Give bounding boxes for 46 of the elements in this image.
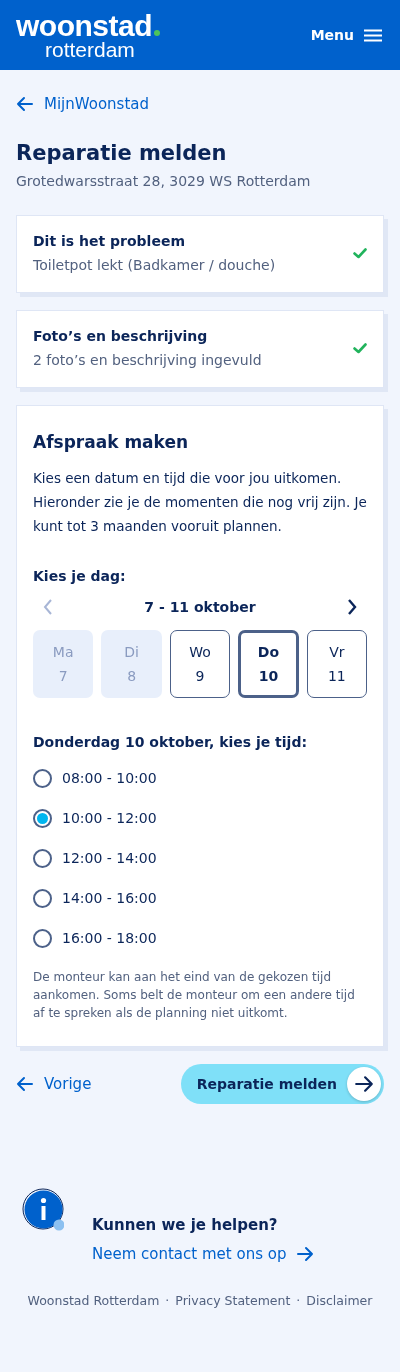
submit-button[interactable]: Reparatie melden <box>180 1064 384 1104</box>
time-option[interactable]: 16:00 - 18:00 <box>62 930 157 946</box>
radio-button[interactable] <box>33 808 52 828</box>
arrow-right-icon <box>296 1245 315 1263</box>
menu-icon <box>364 28 382 42</box>
time-label: Donderdag 10 oktober, kies je tijd: <box>33 734 309 750</box>
footer-link[interactable]: Privacy Statement <box>175 1293 291 1308</box>
arrow-left-icon <box>16 95 34 113</box>
arrow-right-icon <box>347 1067 381 1101</box>
logo[interactable]: woonstad rotterdam <box>16 10 160 60</box>
check-icon <box>353 342 367 354</box>
time-option[interactable]: 14:00 - 16:00 <box>62 890 157 906</box>
step-summary: 2 foto’s en beschrijving ingevuld <box>33 352 262 368</box>
menu-button[interactable]: Menu <box>310 27 382 43</box>
week-label: 7 - 11 oktober <box>144 599 256 615</box>
step-title: Foto’s en beschrijving <box>33 328 209 344</box>
separator-dot: · <box>165 1293 170 1308</box>
next-week-button[interactable] <box>347 598 357 616</box>
radio-button[interactable] <box>33 928 52 948</box>
radio-button[interactable] <box>33 768 52 788</box>
footer-link[interactable]: Woonstad Rotterdam <box>27 1293 160 1308</box>
contact-link[interactable]: Neem contact met ons op <box>92 1245 315 1263</box>
radio-button[interactable] <box>33 848 52 868</box>
help-title: Kunnen we je helpen? <box>92 1216 279 1234</box>
page-title: Reparatie melden <box>16 141 228 165</box>
day-label: Kies je dag: <box>33 568 127 584</box>
step-summary: Toiletpot lekt (Badkamer / douche) <box>33 257 276 273</box>
arrow-left-icon <box>16 1075 34 1093</box>
address: Grotedwarsstraat 28, 3029 WS Rotterdam <box>16 173 312 189</box>
back-link[interactable]: MijnWoonstad <box>16 95 149 113</box>
note-text: De monteur kan aan het eind van de gekozen tijd aankomen. Soms belt de monteur om een andere tijd af te spreken als de planning niet uitkomt. <box>33 969 356 1022</box>
step-title: Dit is het probleem <box>33 233 186 249</box>
footer-link[interactable]: Disclaimer <box>306 1293 373 1308</box>
intro-text: Kies een datum en tijd die voor jou uitkomen. Hieronder zie je de momenten die nog vrij zijn. Je kunt tot 3 maanden vooruit plannen. <box>33 469 367 536</box>
time-option[interactable]: 08:00 - 10:00 <box>62 770 157 786</box>
time-option[interactable]: 10:00 - 12:00 <box>62 810 157 826</box>
day-option[interactable]: Do 10 <box>238 630 299 698</box>
info-icon <box>22 1188 64 1232</box>
section-title: Afspraak maken <box>33 432 190 452</box>
day-option[interactable]: Wo 9 <box>169 630 231 698</box>
radio-button[interactable] <box>33 888 52 908</box>
day-option[interactable]: Vr 11 <box>306 630 367 698</box>
previous-link[interactable]: Vorige <box>16 1075 92 1093</box>
time-option[interactable]: 12:00 - 14:00 <box>62 850 157 866</box>
check-icon <box>353 247 367 259</box>
separator-dot: · <box>296 1293 301 1308</box>
